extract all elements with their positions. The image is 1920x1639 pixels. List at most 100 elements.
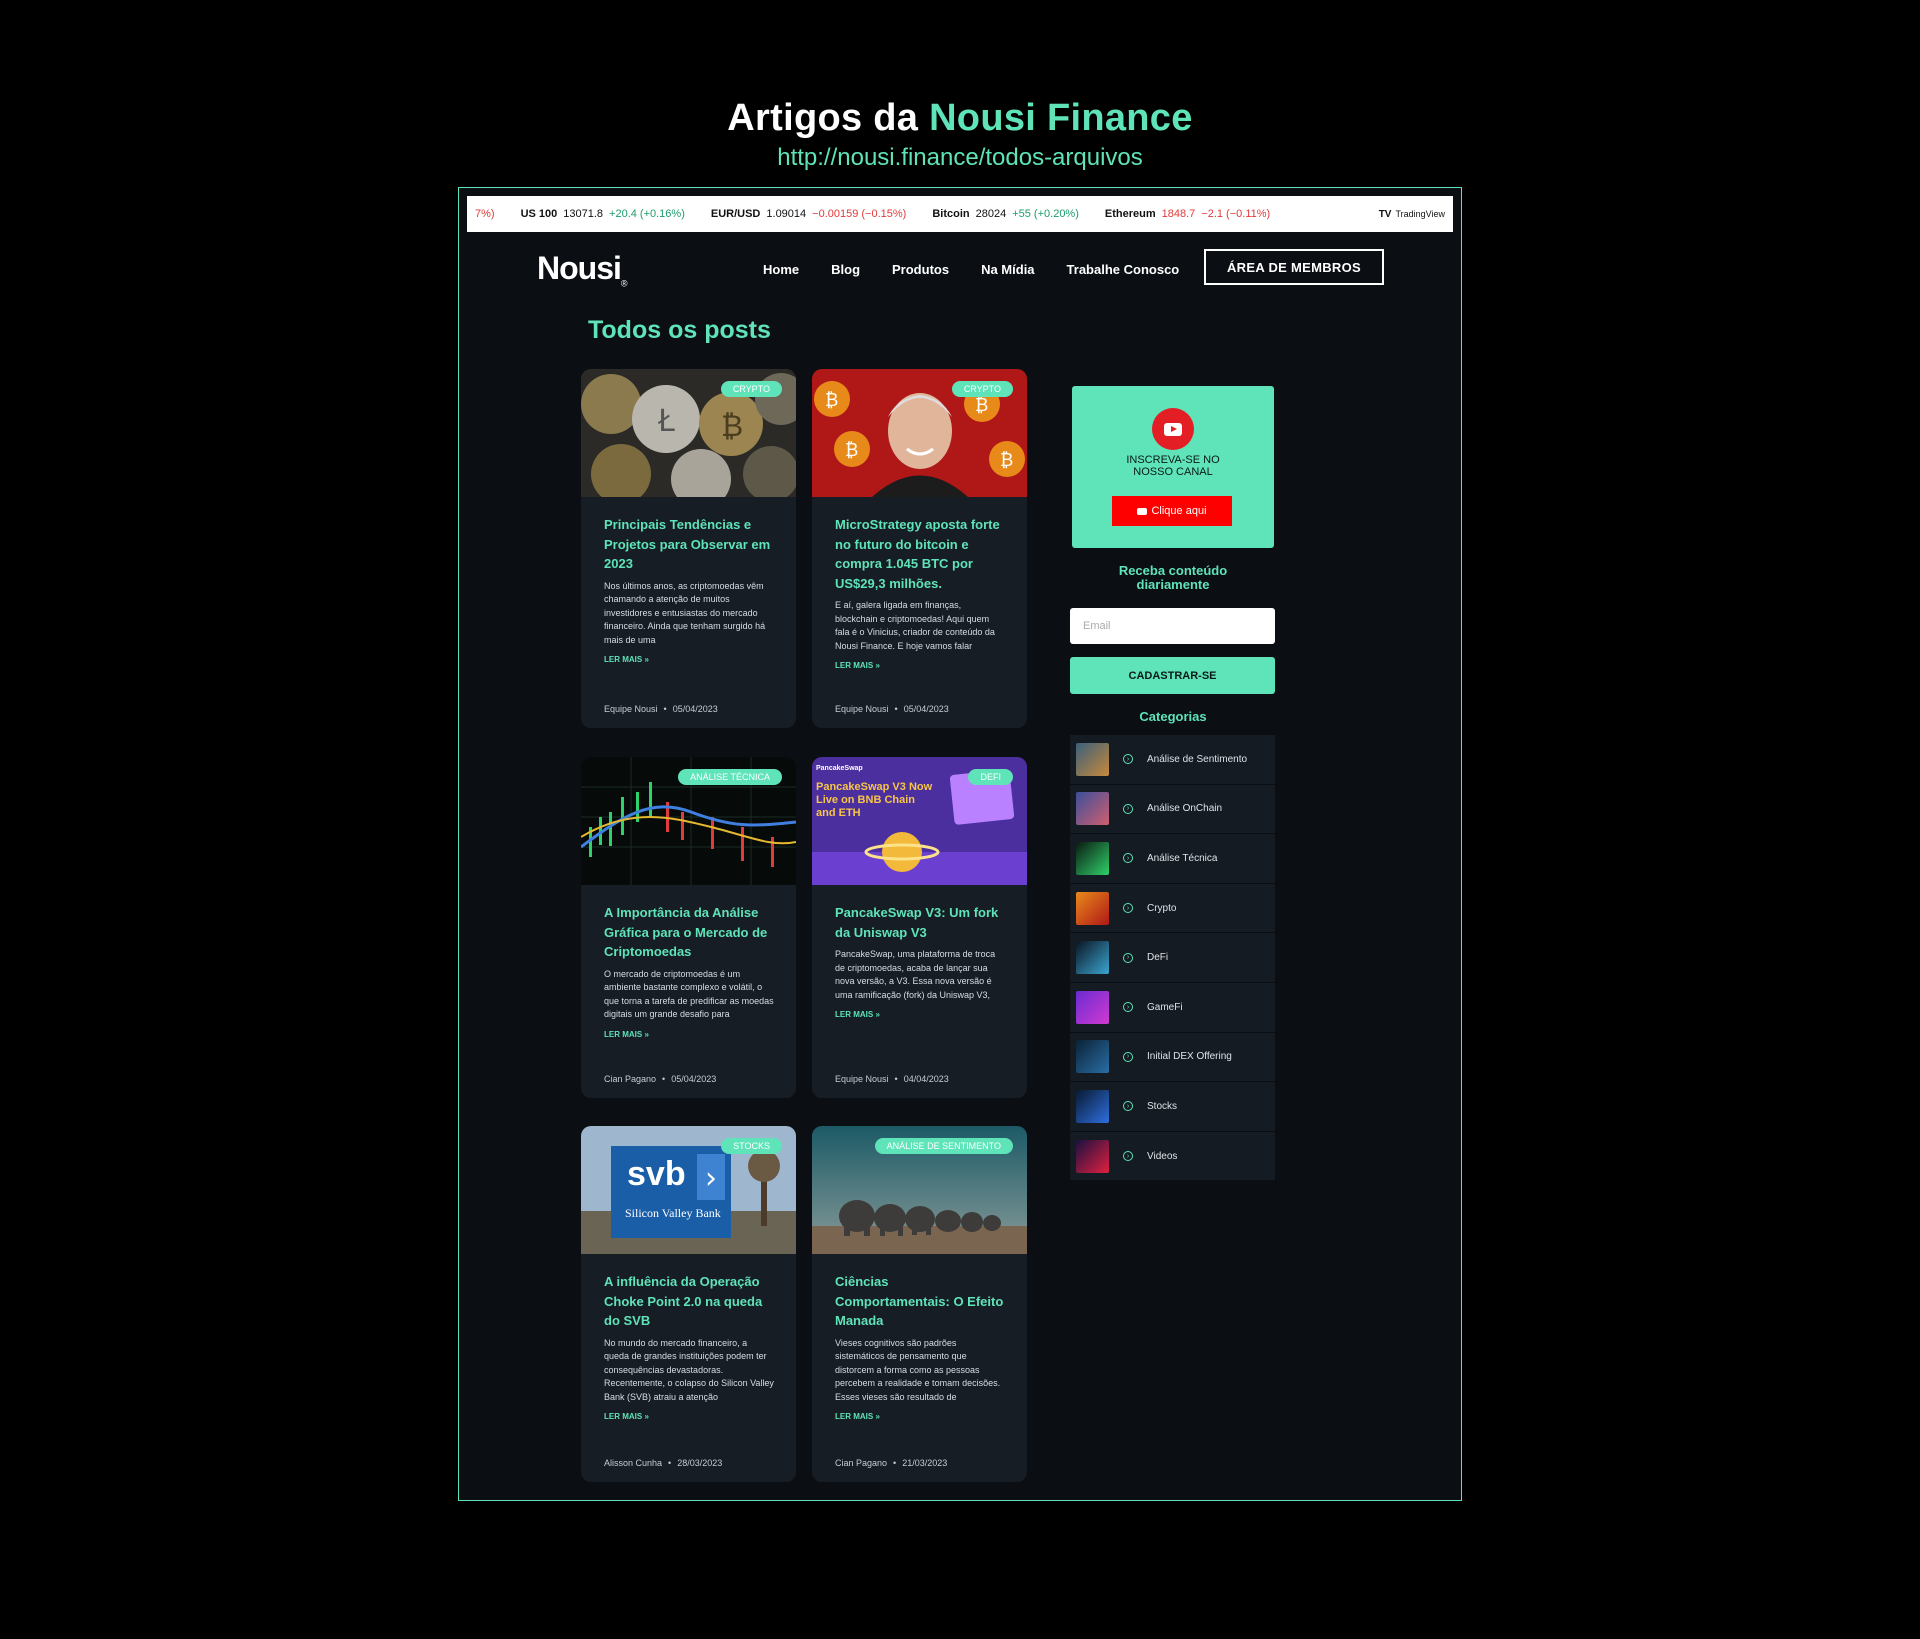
arrow-circle-icon: ›	[1123, 1101, 1133, 1112]
read-more-link[interactable]: LER MAIS »	[835, 1412, 1005, 1421]
post-thumbnail[interactable]: ₿ ₿ ₿ ₿ Crypto	[812, 369, 1027, 497]
categories-list: › Análise de Sentimento › Análise OnChain …	[1070, 735, 1275, 1182]
category-item[interactable]: › Crypto	[1070, 883, 1275, 934]
category-label: DeFi	[1147, 952, 1169, 964]
category-thumbnail	[1076, 891, 1109, 925]
category-label: Stocks	[1147, 1100, 1178, 1112]
ticker-price: 28024	[975, 208, 1007, 220]
post-tag[interactable]: DeFi	[968, 769, 1013, 785]
ticker-item[interactable]: 7%)	[475, 208, 495, 220]
ticker-symbol: Ethereum	[1104, 208, 1156, 220]
post-tag[interactable]: Análise Técnica	[678, 769, 782, 785]
nav-blog[interactable]: Blog	[831, 262, 860, 277]
site-logo[interactable]: Nousi®	[537, 250, 627, 288]
post-excerpt: Vieses cognitivos são padrões sistemátic…	[835, 1337, 1001, 1402]
category-item[interactable]: › Initial DEX Offering	[1070, 1032, 1275, 1083]
post-card[interactable]: Ł ₿ Crypto Principais Tendências e Proje…	[581, 369, 796, 728]
members-area-button[interactable]: ÁREA DE MEMBROS	[1204, 249, 1384, 285]
post-thumbnail[interactable]: PancakeSwap PancakeSwap V3 Now Live on B…	[812, 757, 1027, 885]
ticker-change: −0.00159 (−0.15%)	[812, 208, 907, 220]
post-title[interactable]: Principais Tendências e Projetos para Ob…	[604, 515, 774, 574]
youtube-cta-line1: INSCREVA-SE NO	[1126, 454, 1220, 466]
ticker-change: −2.1 (−0.11%)	[1201, 208, 1271, 220]
nav-trabalhe-conosco[interactable]: Trabalhe Conosco	[1067, 262, 1180, 277]
ticker-fragment: 7%)	[475, 208, 495, 220]
presentation-title: Artigos da Nousi Finance	[0, 97, 1920, 140]
post-thumbnail[interactable]: Análise de Sentimento	[812, 1126, 1027, 1254]
post-meta: Equipe Nousi • 05/04/2023	[604, 704, 718, 714]
category-item[interactable]: › DeFi	[1070, 933, 1275, 983]
post-meta: Cian Pagano • 21/03/2023	[835, 1458, 948, 1468]
ticker-change: +55 (+0.20%)	[1012, 208, 1079, 220]
tradingview-icon: TV	[1378, 208, 1392, 220]
ticker-change: +20.4 (+0.16%)	[609, 208, 685, 220]
category-thumbnail	[1076, 742, 1109, 776]
post-card[interactable]: › svb Silicon Valley Bank Stocks A influ…	[581, 1126, 796, 1482]
svb-logo-text: svb	[627, 1155, 686, 1193]
ticker-price: 1848.7	[1161, 208, 1196, 220]
tradingview-logo[interactable]: TV TradingView	[1379, 209, 1445, 220]
ticker-item[interactable]: EUR/USD 1.09014 −0.00159 (−0.15%)	[711, 208, 906, 220]
post-tag[interactable]: Stocks	[721, 1138, 782, 1154]
category-item[interactable]: › Análise Técnica	[1070, 834, 1275, 884]
svg-text:₿: ₿	[1000, 450, 1013, 471]
svb-name-text: Silicon Valley Bank	[625, 1206, 721, 1220]
ticker-item[interactable]: US 100 13071.8 +20.4 (+0.16%)	[521, 208, 685, 220]
category-item[interactable]: › Análise de Sentimento	[1070, 735, 1275, 785]
youtube-cta-line2: NOSSO CANAL	[1133, 466, 1213, 478]
read-more-link[interactable]: LER MAIS »	[835, 1010, 1005, 1019]
post-meta: Alisson Cunha • 28/03/2023	[604, 1458, 723, 1468]
svg-text:₿: ₿	[825, 390, 838, 411]
read-more-link[interactable]: LER MAIS »	[604, 1412, 774, 1421]
post-meta: Cian Pagano • 05/04/2023	[604, 1074, 717, 1084]
post-excerpt: O mercado de criptomoedas é um ambiente …	[604, 968, 774, 1020]
svg-text:›: ›	[705, 1161, 717, 1196]
youtube-subscribe-widget: INSCREVA-SE NO NOSSO CANAL Clique aqui	[1072, 386, 1274, 548]
category-item[interactable]: › Stocks	[1070, 1082, 1275, 1132]
nav-na-midia[interactable]: Na Mídia	[981, 262, 1034, 277]
presentation-heading: Artigos da Nousi Finance http://nousi.fi…	[0, 97, 1920, 172]
post-card[interactable]: PancakeSwap PancakeSwap V3 Now Live on B…	[812, 757, 1027, 1098]
post-thumbnail[interactable]: Análise Técnica	[581, 757, 796, 885]
post-thumbnail[interactable]: › svb Silicon Valley Bank Stocks	[581, 1126, 796, 1254]
arrow-circle-icon: ›	[1123, 853, 1133, 864]
post-title[interactable]: MicroStrategy aposta forte no futuro do …	[835, 515, 1005, 593]
read-more-link[interactable]: LER MAIS »	[835, 661, 1005, 670]
signup-button[interactable]: CADASTRAR-SE	[1070, 657, 1275, 694]
post-author: Equipe Nousi	[604, 704, 658, 714]
arrow-circle-icon: ›	[1123, 903, 1133, 914]
category-label: Videos	[1147, 1150, 1178, 1162]
post-title[interactable]: PancakeSwap V3: Um fork da Uniswap V3	[835, 903, 1005, 942]
email-field[interactable]: Email	[1070, 608, 1275, 644]
category-item[interactable]: › GameFi	[1070, 982, 1275, 1033]
youtube-subscribe-button[interactable]: Clique aqui	[1112, 496, 1232, 526]
ticker-tape[interactable]: 7%) US 100 13071.8 +20.4 (+0.16%) EUR/US…	[467, 196, 1453, 232]
post-card[interactable]: Análise de Sentimento Ciências Comportam…	[812, 1126, 1027, 1482]
post-tag[interactable]: Crypto	[951, 381, 1013, 397]
post-title[interactable]: A influência da Operação Choke Point 2.0…	[604, 1272, 774, 1331]
newsletter-title: Receba conteúdo diariamente	[1072, 564, 1274, 592]
nav-home[interactable]: Home	[763, 262, 799, 277]
post-author: Equipe Nousi	[835, 704, 889, 714]
youtube-icon	[1152, 408, 1194, 450]
ticker-price: 1.09014	[766, 208, 807, 220]
post-title[interactable]: Ciências Comportamentais: O Efeito Manad…	[835, 1272, 1005, 1331]
post-tag[interactable]: Análise de Sentimento	[874, 1138, 1013, 1154]
nav-produtos[interactable]: Produtos	[892, 262, 949, 277]
logo-text: Nousi	[537, 250, 622, 286]
category-item[interactable]: › Análise OnChain	[1070, 784, 1275, 835]
post-thumbnail[interactable]: Ł ₿ Crypto	[581, 369, 796, 509]
post-date: 28/03/2023	[677, 1458, 723, 1468]
ticker-item[interactable]: Bitcoin 28024 +55 (+0.20%)	[932, 208, 1079, 220]
post-card[interactable]: ₿ ₿ ₿ ₿ Crypto MicroStrategy aposta fort…	[812, 369, 1027, 728]
post-author: Alisson Cunha	[604, 1458, 663, 1468]
read-more-link[interactable]: LER MAIS »	[604, 655, 774, 664]
read-more-link[interactable]: LER MAIS »	[604, 1030, 774, 1039]
post-tag[interactable]: Crypto	[720, 381, 782, 397]
category-label: Análise Técnica	[1147, 852, 1218, 864]
post-card[interactable]: Análise Técnica A Importância da Análise…	[581, 757, 796, 1098]
ticker-item[interactable]: Ethereum 1848.7 −2.1 (−0.11%)	[1105, 208, 1270, 220]
category-item[interactable]: › Videos	[1070, 1131, 1275, 1182]
post-title[interactable]: A Importância da Análise Gráfica para o …	[604, 903, 774, 962]
post-author: Equipe Nousi	[835, 1074, 889, 1084]
